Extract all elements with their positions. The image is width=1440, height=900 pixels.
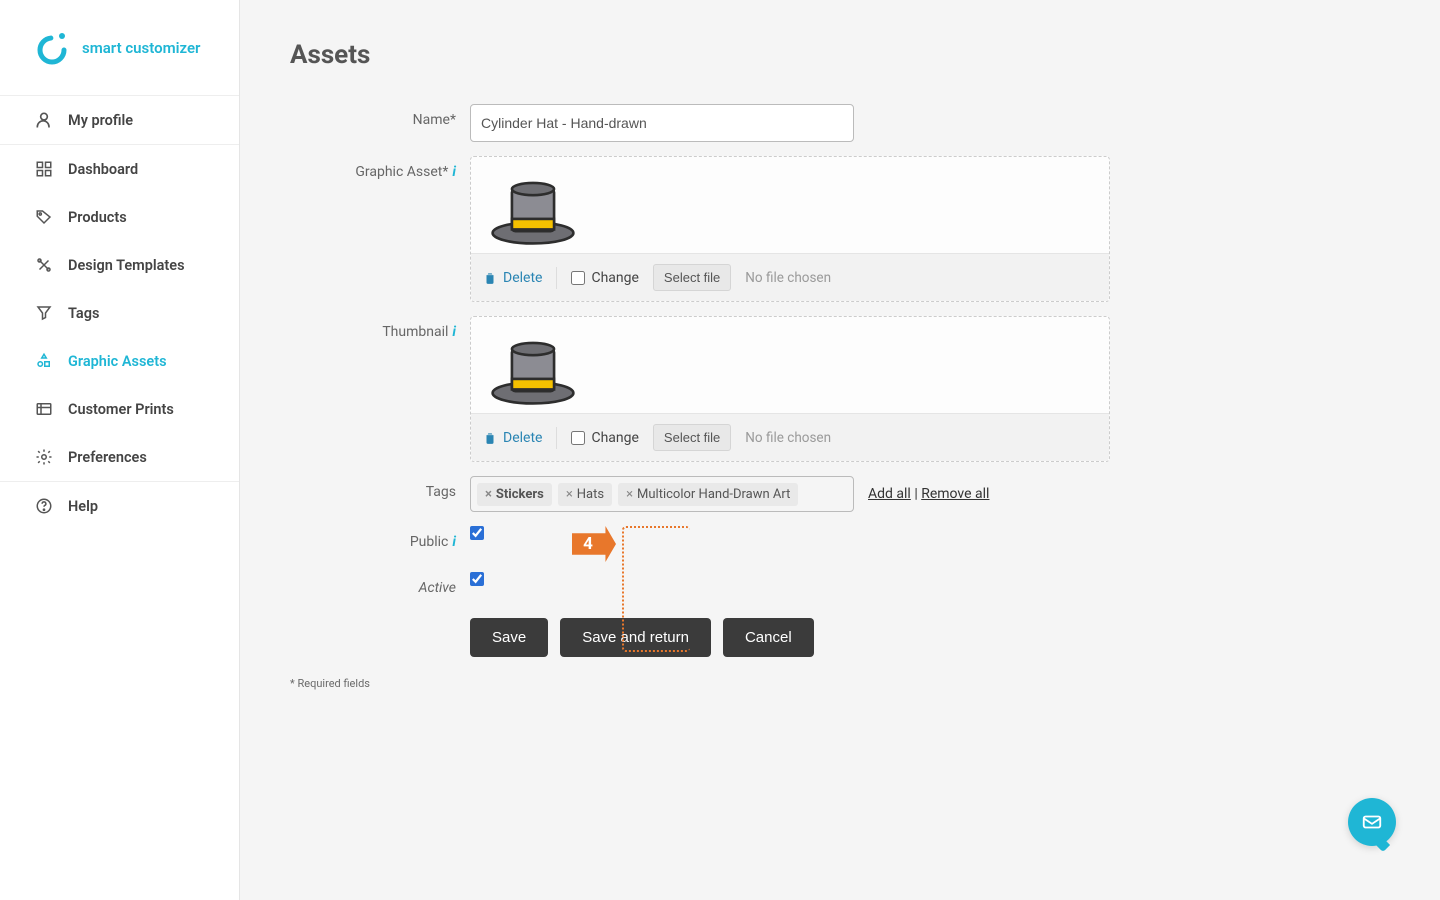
filter-icon — [34, 303, 54, 323]
sidebar-item-profile[interactable]: My profile — [0, 96, 239, 144]
public-label: Publici — [290, 526, 470, 558]
sidebar-item-label: Graphic Assets — [68, 353, 167, 370]
active-label: Active — [290, 572, 470, 604]
user-icon — [34, 110, 54, 130]
step-arrow-icon: 4 — [572, 526, 616, 562]
gear-icon — [34, 447, 54, 467]
brand: smart customizer — [0, 0, 239, 96]
chat-button[interactable] — [1348, 798, 1396, 846]
prints-icon — [34, 399, 54, 419]
name-label: Name* — [290, 104, 470, 136]
info-icon[interactable]: i — [452, 534, 456, 550]
brand-logo-icon — [34, 30, 70, 66]
remove-tag-icon[interactable]: × — [566, 487, 573, 502]
info-icon[interactable]: i — [452, 164, 456, 180]
no-file-text: No file chosen — [745, 430, 831, 446]
remove-tag-icon[interactable]: × — [485, 487, 492, 502]
cancel-button[interactable]: Cancel — [723, 618, 814, 657]
brand-text: smart customizer — [82, 39, 200, 57]
hat-image-icon — [489, 335, 577, 407]
required-fields-note: * Required fields — [290, 677, 1390, 690]
sidebar-item-label: Preferences — [68, 449, 147, 466]
tag-chip[interactable]: ×Stickers — [477, 483, 552, 506]
select-file-graphic-button[interactable]: Select file — [653, 264, 731, 291]
sidebar-item-templates[interactable]: Design Templates — [0, 241, 239, 289]
trash-icon — [483, 431, 497, 445]
main-content: Assets Name* Graphic Asset*i — [240, 0, 1440, 900]
thumbnail-preview — [471, 317, 1109, 413]
delete-thumbnail-button[interactable]: Delete — [483, 430, 542, 446]
step-marker: 4 — [572, 526, 616, 562]
dashboard-icon — [34, 159, 54, 179]
sidebar-item-label: Design Templates — [68, 257, 185, 274]
tag-chip[interactable]: ×Multicolor Hand-Drawn Art — [618, 483, 798, 506]
active-checkbox[interactable] — [470, 572, 484, 586]
page-title: Assets — [290, 40, 1390, 70]
tags-input[interactable]: ×Stickers ×Hats ×Multicolor Hand-Drawn A… — [470, 476, 854, 512]
templates-icon — [34, 255, 54, 275]
info-icon[interactable]: i — [452, 324, 456, 340]
delete-graphic-button[interactable]: Delete — [483, 270, 542, 286]
change-graphic-checkbox[interactable]: Change — [571, 270, 638, 286]
save-button[interactable]: Save — [470, 618, 548, 657]
tags-label: Tags — [290, 476, 470, 508]
sidebar-item-label: Products — [68, 209, 127, 226]
no-file-text: No file chosen — [745, 270, 831, 286]
sidebar-item-label: My profile — [68, 112, 133, 129]
hat-image-icon — [489, 175, 577, 247]
add-all-link[interactable]: Add all — [868, 486, 911, 502]
remove-tag-icon[interactable]: × — [626, 487, 633, 502]
graphic-asset-box: Delete Change Select file No file chosen — [470, 156, 1110, 302]
sidebar-item-customer-prints[interactable]: Customer Prints — [0, 385, 239, 433]
sidebar-item-label: Customer Prints — [68, 401, 174, 418]
assets-icon — [34, 351, 54, 371]
graphic-asset-label: Graphic Asset*i — [290, 156, 470, 188]
change-thumbnail-checkbox[interactable]: Change — [571, 430, 638, 446]
sidebar-item-help[interactable]: Help — [0, 482, 239, 530]
sidebar-item-products[interactable]: Products — [0, 193, 239, 241]
trash-icon — [483, 271, 497, 285]
sidebar-item-label: Tags — [68, 305, 99, 322]
mail-icon — [1361, 811, 1383, 833]
thumbnail-box: Delete Change Select file No file chosen — [470, 316, 1110, 462]
sidebar-item-dashboard[interactable]: Dashboard — [0, 145, 239, 193]
graphic-asset-preview — [471, 157, 1109, 253]
sidebar: smart customizer My profile Dashboard — [0, 0, 240, 900]
sidebar-item-label: Help — [68, 498, 98, 515]
sidebar-item-label: Dashboard — [68, 161, 138, 178]
sidebar-item-graphic-assets[interactable]: Graphic Assets — [0, 337, 239, 385]
tag-chip[interactable]: ×Hats — [558, 483, 612, 506]
name-input[interactable] — [470, 104, 854, 142]
sidebar-item-preferences[interactable]: Preferences — [0, 433, 239, 481]
save-return-button[interactable]: Save and return — [560, 618, 711, 657]
public-checkbox[interactable] — [470, 526, 484, 540]
tag-icon — [34, 207, 54, 227]
help-icon — [34, 496, 54, 516]
thumbnail-label: Thumbnaili — [290, 316, 470, 348]
remove-all-link[interactable]: Remove all — [921, 486, 989, 502]
select-file-thumbnail-button[interactable]: Select file — [653, 424, 731, 451]
sidebar-item-tags[interactable]: Tags — [0, 289, 239, 337]
